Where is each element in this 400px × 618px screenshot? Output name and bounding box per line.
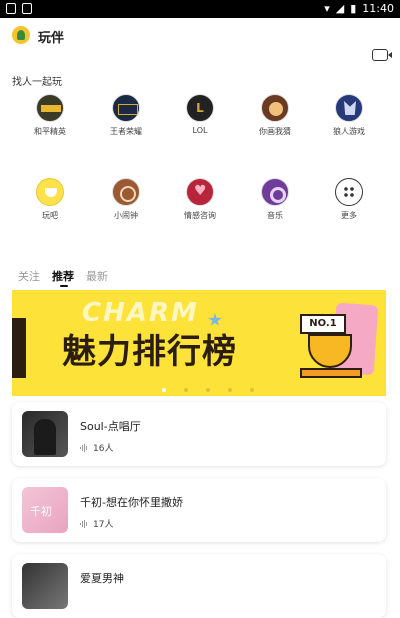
trophy-base-graphic [300, 368, 362, 378]
alarm-icon [112, 178, 140, 206]
category-item-music[interactable]: 音乐 [239, 178, 311, 221]
room-listener-count: 17人 [80, 517, 113, 530]
pubg-icon [36, 94, 64, 122]
video-room-button[interactable] [372, 49, 392, 63]
category-label: 音乐 [267, 211, 283, 220]
video-icon [372, 49, 392, 61]
category-label: 情感咨询 [184, 211, 216, 220]
banner-edge-graphic [12, 318, 26, 378]
draw-guess-icon [261, 94, 289, 122]
category-item-lol[interactable]: L LOL [164, 94, 236, 135]
audio-wave-icon [80, 519, 88, 528]
kog-icon [112, 94, 140, 122]
room-card[interactable]: 千初-想在你怀里撒娇 17人 [12, 478, 386, 542]
category-label: 玩吧 [42, 211, 58, 220]
carousel-indicator [162, 388, 254, 392]
app-notification-icon [22, 3, 32, 14]
room-cover [22, 411, 68, 457]
banner-title: 魅力排行榜 [62, 332, 237, 372]
room-name: 爱夏男神 [80, 572, 124, 585]
play-icon [36, 178, 64, 206]
tab-latest[interactable]: 最新 [86, 268, 108, 284]
app-title: 玩伴 [38, 31, 65, 46]
room-name: Soul-点唱厅 [80, 420, 141, 433]
section-title: 找人一起玩 [12, 77, 62, 88]
room-cover [22, 563, 68, 609]
feed-tabs: 关注 推荐 最新 [18, 268, 108, 287]
category-item-pubg[interactable]: 和平精英 [14, 94, 86, 137]
category-label: 小闹钟 [114, 211, 138, 220]
category-item-werewolf[interactable]: 狼人游戏 [313, 94, 385, 137]
notification-icon [6, 3, 16, 14]
tab-follow[interactable]: 关注 [18, 268, 40, 284]
app-logo-icon [12, 26, 30, 44]
category-label: 王者荣耀 [110, 127, 142, 136]
category-label: 和平精英 [34, 127, 66, 136]
battery-icon: ▮ [350, 2, 357, 15]
category-item-play[interactable]: 玩吧 [14, 178, 86, 221]
carousel-dot[interactable] [250, 388, 254, 392]
category-item-emotion[interactable]: 情感咨询 [164, 178, 236, 221]
more-icon [335, 178, 363, 206]
category-item-draw-guess[interactable]: 你画我猜 [239, 94, 311, 137]
music-icon [261, 178, 289, 206]
wifi-icon: ▾ [324, 2, 330, 15]
werewolf-icon [335, 94, 363, 122]
room-cover [22, 487, 68, 533]
no1-badge: NO.1 [300, 314, 346, 334]
charm-ranking-banner[interactable]: CHARM 魅力排行榜 NO.1 [12, 290, 386, 396]
room-listener-count: 16人 [80, 441, 113, 454]
category-label: 你画我猜 [259, 127, 291, 136]
room-count-text: 17人 [93, 520, 114, 530]
carousel-dot[interactable] [206, 388, 210, 392]
signal-icon: ◢ [335, 2, 345, 15]
category-item-more[interactable]: 更多 [313, 178, 385, 221]
category-item-alarm[interactable]: 小闹钟 [90, 178, 162, 221]
status-left [6, 3, 32, 14]
status-time: 11:40 [362, 2, 394, 15]
room-name: 千初-想在你怀里撒娇 [80, 496, 183, 509]
status-right: ▾ ◢ ▮ 11:40 [324, 2, 394, 15]
carousel-dot[interactable] [162, 388, 166, 392]
category-label: LOL [192, 126, 208, 135]
carousel-dot[interactable] [228, 388, 232, 392]
room-card[interactable]: 爱夏男神 [12, 554, 386, 618]
category-item-kog[interactable]: 王者荣耀 [90, 94, 162, 137]
audio-wave-icon [80, 443, 88, 452]
emotion-icon [186, 178, 214, 206]
room-count-text: 16人 [93, 444, 114, 454]
category-label: 狼人游戏 [333, 127, 365, 136]
tab-recommend[interactable]: 推荐 [52, 268, 74, 287]
category-label: 更多 [341, 211, 357, 220]
lol-icon: L [186, 94, 214, 122]
carousel-dot[interactable] [184, 388, 188, 392]
room-card[interactable]: Soul-点唱厅 16人 [12, 402, 386, 466]
status-bar: ▾ ◢ ▮ 11:40 [0, 0, 400, 18]
